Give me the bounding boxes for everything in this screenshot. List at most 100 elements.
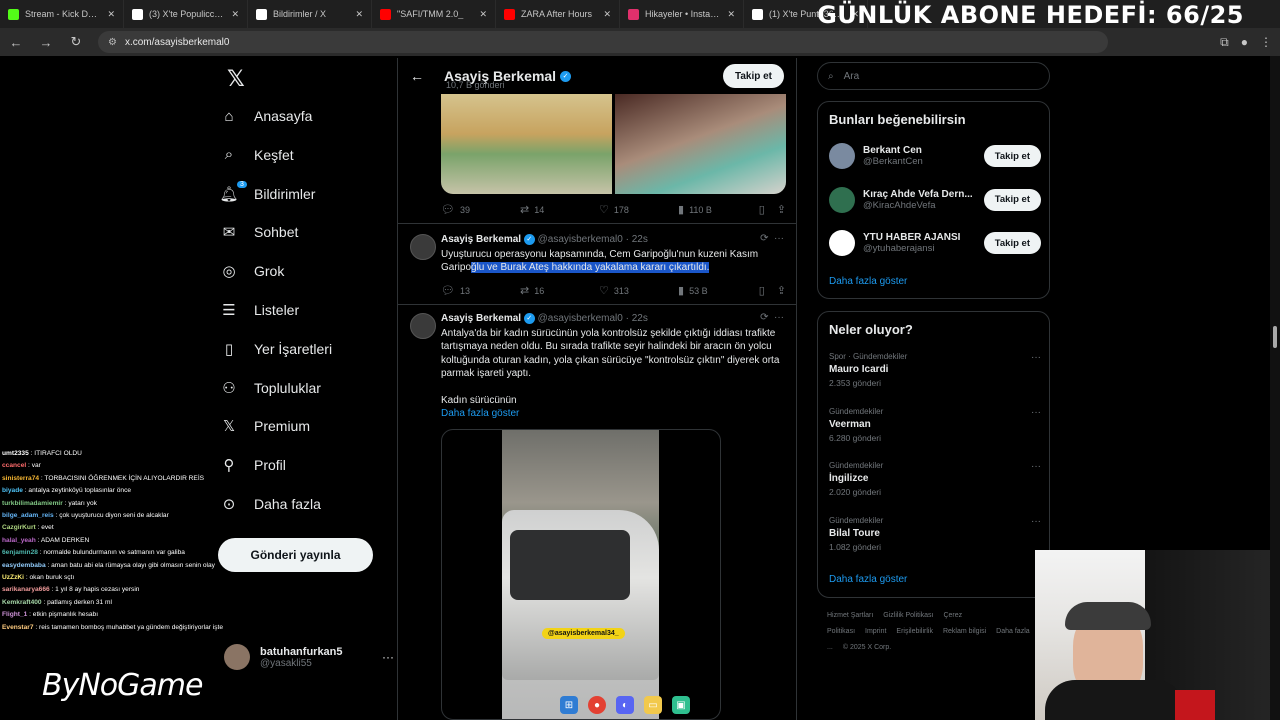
trend-item[interactable]: Gündemdekiler Bilal Toure 1.082 gönderi … xyxy=(829,516,1041,552)
nav-item-premium[interactable]: 𝕏 Premium xyxy=(218,411,310,441)
close-tab-icon[interactable]: ✕ xyxy=(107,9,115,20)
trend-more-icon[interactable]: ··· xyxy=(1031,407,1041,418)
scrollbar[interactable] xyxy=(1270,56,1280,720)
tweet-menu-icon[interactable]: ⟳ ··· xyxy=(760,233,784,244)
browser-tab[interactable]: Bildirimler / X ✕ xyxy=(248,0,372,28)
windows-start-icon[interactable]: ⊞ xyxy=(560,696,578,714)
browser-tab[interactable]: (3) X'te Populicc: "Rap ✕ xyxy=(124,0,248,28)
nav-item-topluluklar[interactable]: ⚇ Topluluklar xyxy=(218,373,321,403)
trend-item[interactable]: Gündemdekiler Veerman 6.280 gönderi ··· xyxy=(829,407,1041,443)
retweet-button[interactable]: ⇄ 16 xyxy=(520,284,599,297)
footer-link[interactable]: Hizmet Şartları xyxy=(827,612,873,619)
extensions-icon[interactable]: ⧉ xyxy=(1220,35,1229,50)
bookmark-icon[interactable]: ▯ xyxy=(759,284,765,297)
discord-icon[interactable]: ◐ xyxy=(616,696,634,714)
forward-icon[interactable]: → xyxy=(38,35,54,50)
author-handle[interactable]: @asayisberkemal0 xyxy=(538,313,623,324)
media-image[interactable] xyxy=(441,94,612,194)
reload-icon[interactable]: ↻ xyxy=(68,34,84,50)
follow-button[interactable]: Takip et xyxy=(983,232,1041,254)
footer-link[interactable]: Imprint xyxy=(865,628,886,635)
menu-icon[interactable]: ⋮ xyxy=(1260,35,1272,50)
folder-icon[interactable]: ▭ xyxy=(644,696,662,714)
footer-link[interactable]: Reklam bilgisi xyxy=(943,628,986,635)
footer-link[interactable]: Gizlilik Politikası xyxy=(883,612,933,619)
profile-menu-icon[interactable]: ● xyxy=(1241,35,1248,50)
trend-item[interactable]: Spor · Gündemdekiler Mauro Icardi 2.353 … xyxy=(829,352,1041,388)
like-button[interactable]: ♡ 178 xyxy=(599,203,678,216)
avatar[interactable] xyxy=(829,143,855,169)
tweet-media[interactable] xyxy=(441,94,786,194)
timestamp[interactable]: · 22s xyxy=(626,234,648,245)
suggested-account[interactable]: YTÜ HABER AJANSI @ytuhaberajansi Takip e… xyxy=(829,227,1041,259)
suggested-account[interactable]: Berkant Cen @BerkantCen Takip et xyxy=(829,140,1041,172)
close-tab-icon[interactable]: ✕ xyxy=(727,9,735,20)
back-icon[interactable]: ← xyxy=(8,35,24,50)
nav-item-bildirimler[interactable]: 🔔︎ Bildirimler 3 xyxy=(218,179,315,209)
close-tab-icon[interactable]: ✕ xyxy=(355,9,363,20)
nav-item-anasayfa[interactable]: ⌂ Anasayfa xyxy=(218,101,312,131)
browser-tab[interactable]: Hikayeler • Instagram ✕ xyxy=(620,0,744,28)
chat-user[interactable]: easydembaba xyxy=(2,562,46,569)
browser-tab[interactable]: ZARA After Hours ✕ xyxy=(496,0,620,28)
trend-more-icon[interactable]: ··· xyxy=(1031,516,1041,527)
reply-button[interactable]: 💬︎ 13 xyxy=(441,284,520,297)
back-arrow-icon[interactable]: ← xyxy=(410,68,444,84)
author-name[interactable]: Asayiş Berkemal xyxy=(441,313,521,324)
chat-user[interactable]: ccancel xyxy=(2,462,26,469)
browser-tab[interactable]: "SAFI/TMM 2.0_ ✕ xyxy=(372,0,496,28)
site-info-icon[interactable]: ⚙ xyxy=(108,37,117,48)
share-icon[interactable]: ⇪ xyxy=(777,284,786,297)
chat-user[interactable]: Flight_1 xyxy=(2,611,27,618)
chat-user[interactable]: sinisterra74 xyxy=(2,475,39,482)
suggested-account[interactable]: Kıraç Ahde Vefa Dern... @KiracAhdeVefa T… xyxy=(829,184,1041,216)
nav-item-grok[interactable]: ◎ Grok xyxy=(218,256,284,286)
footer-link[interactable]: Erişilebilirlik xyxy=(896,628,933,635)
views-button[interactable]: ▮ 110 B xyxy=(678,203,757,216)
video-frame[interactable]: @asayisberkemal34_ xyxy=(502,430,659,719)
url-field[interactable]: ⚙ x.com/asayisberkemal0 xyxy=(98,31,1108,53)
tweet-menu-icon[interactable]: ⟳ ··· xyxy=(760,312,784,323)
close-tab-icon[interactable]: ✕ xyxy=(231,9,239,20)
avatar[interactable] xyxy=(410,234,436,260)
suggestions-show-more[interactable]: Daha fazla göster xyxy=(829,276,907,287)
reply-button[interactable]: 💬︎ 39 xyxy=(441,203,520,216)
bookmark-icon[interactable]: ▯ xyxy=(759,203,765,216)
chat-user[interactable]: biyade xyxy=(2,487,23,494)
chat-user[interactable]: halal_yeah xyxy=(2,537,36,544)
trend-more-icon[interactable]: ··· xyxy=(1031,352,1041,363)
suggested-name[interactable]: Berkant Cen xyxy=(863,145,975,156)
media-image[interactable] xyxy=(615,94,786,194)
views-button[interactable]: ▮ 53 B xyxy=(678,284,757,297)
search-input[interactable]: ⌕ Ara xyxy=(817,62,1050,90)
follow-button[interactable]: Takip et xyxy=(722,64,784,88)
avatar[interactable] xyxy=(410,313,436,339)
close-tab-icon[interactable]: ✕ xyxy=(603,9,611,20)
suggested-name[interactable]: YTÜ HABER AJANSI xyxy=(863,232,975,243)
app-icon[interactable]: ▣ xyxy=(672,696,690,714)
x-logo-icon[interactable]: 𝕏 xyxy=(227,66,245,92)
nav-item-yer-i-şaretleri[interactable]: ▯ Yer İşaretleri xyxy=(218,334,332,364)
avatar[interactable] xyxy=(829,186,855,213)
more-dots-icon[interactable]: ··· xyxy=(382,650,394,664)
chat-user[interactable]: sarikanarya666 xyxy=(2,586,50,593)
avatar[interactable] xyxy=(829,230,855,256)
show-more-link[interactable]: Daha fazla göster xyxy=(441,407,786,420)
scrollbar-thumb[interactable] xyxy=(1273,326,1277,348)
browser-tab[interactable]: Stream - Kick Dashbo ✕ xyxy=(0,0,124,28)
trend-item[interactable]: Gündemdekiler İngilizce 2.020 gönderi ··… xyxy=(829,461,1041,497)
chat-user[interactable]: 6enjamin28 xyxy=(2,549,38,556)
tweet-video[interactable]: @asayisberkemal34_ xyxy=(441,429,721,720)
trends-show-more[interactable]: Daha fazla göster xyxy=(829,574,907,585)
chat-user[interactable]: CazgirKurt xyxy=(2,524,36,531)
follow-button[interactable]: Takip et xyxy=(983,188,1041,211)
trend-more-icon[interactable]: ··· xyxy=(1031,461,1041,472)
chrome-icon[interactable]: ● xyxy=(588,696,606,714)
suggested-name[interactable]: Kıraç Ahde Vefa Dern... xyxy=(863,189,975,200)
nav-item-keşfet[interactable]: ⌕ Keşfet xyxy=(218,140,294,170)
retweet-button[interactable]: ⇄ 14 xyxy=(520,203,599,216)
chat-user[interactable]: UzZzKi xyxy=(2,574,24,581)
nav-item-listeler[interactable]: ☰ Listeler xyxy=(218,295,299,325)
chat-user[interactable]: bilge_adam_reis xyxy=(2,512,54,519)
nav-item-sohbet[interactable]: ✉ Sohbet xyxy=(218,217,299,247)
